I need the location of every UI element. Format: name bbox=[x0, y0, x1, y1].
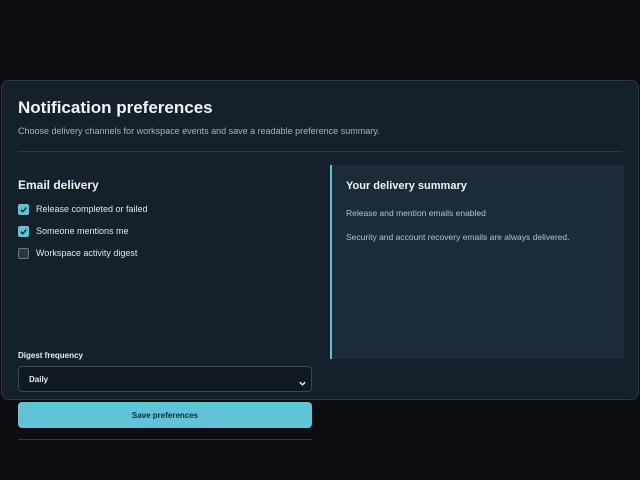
option-mentions[interactable]: Someone mentions me bbox=[18, 224, 129, 238]
page-subtitle: Choose delivery channels for workspace e… bbox=[18, 126, 380, 136]
delivery-summary-panel: Your delivery summary Release and mentio… bbox=[330, 165, 624, 359]
digest-frequency-label: Digest frequency bbox=[18, 351, 83, 360]
checkbox-checked-icon[interactable] bbox=[18, 203, 29, 215]
summary-line-security: Security and account recovery emails are… bbox=[346, 232, 570, 242]
page-title: Notification preferences bbox=[18, 98, 213, 117]
email-delivery-title: Email delivery bbox=[18, 178, 99, 192]
checkbox-unchecked-icon[interactable] bbox=[18, 247, 29, 259]
save-preferences-button[interactable]: Save preferences bbox=[18, 402, 312, 428]
option-release-label: Release completed or failed bbox=[36, 204, 148, 214]
digest-frequency-select[interactable]: Daily bbox=[18, 366, 312, 392]
option-digest[interactable]: Workspace activity digest bbox=[18, 246, 137, 260]
option-release[interactable]: Release completed or failed bbox=[18, 202, 148, 216]
option-digest-label: Workspace activity digest bbox=[36, 248, 138, 258]
preferences-card: Notification preferences Choose delivery… bbox=[1, 80, 639, 440]
digest-frequency-value: Daily bbox=[29, 374, 49, 384]
header-divider bbox=[18, 151, 622, 152]
chevron-down-icon bbox=[298, 375, 307, 393]
summary-title: Your delivery summary bbox=[346, 180, 467, 192]
form-divider bbox=[18, 439, 312, 440]
option-mentions-label: Someone mentions me bbox=[36, 226, 129, 236]
checkbox-checked-icon[interactable] bbox=[18, 225, 29, 237]
summary-line-enabled: Release and mention emails enabled bbox=[346, 208, 486, 218]
